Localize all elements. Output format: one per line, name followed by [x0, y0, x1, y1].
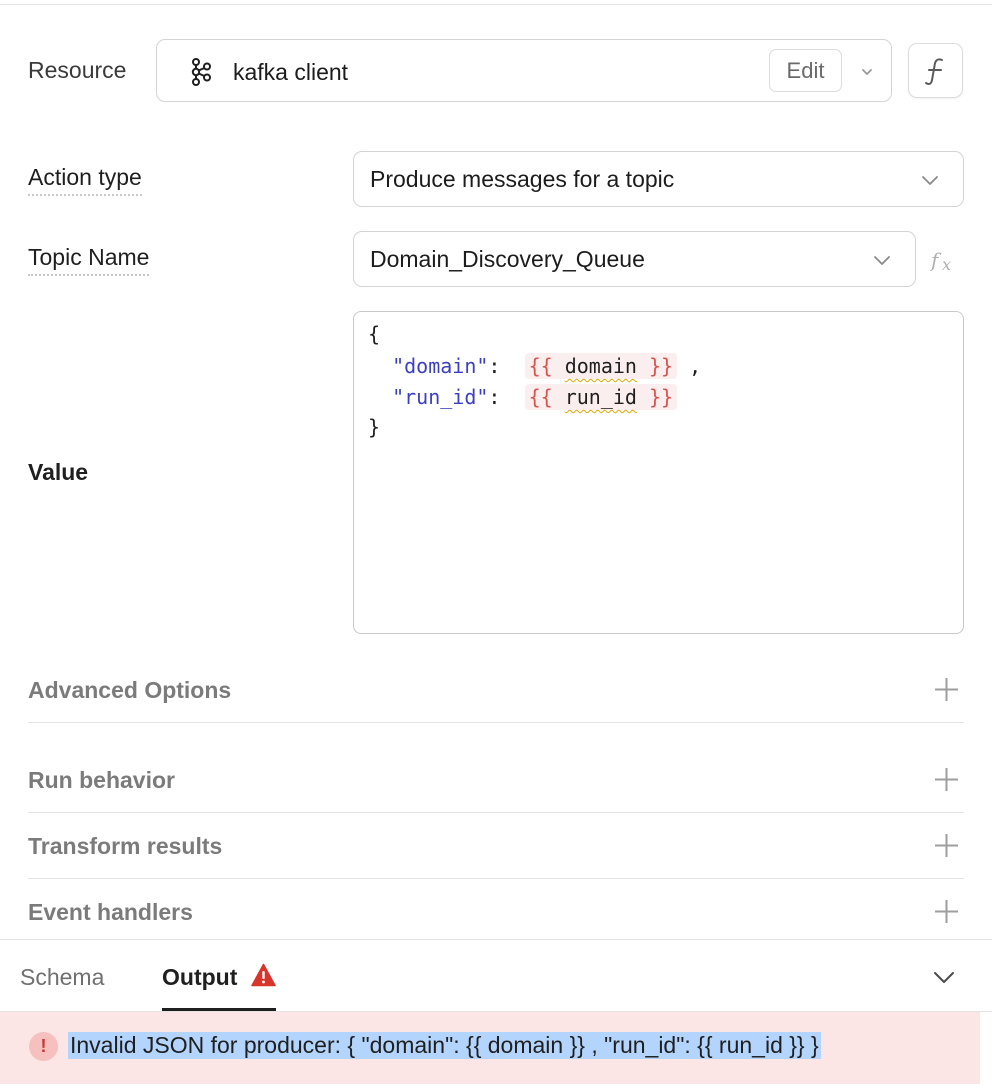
event-handlers-header[interactable]: Event handlers [28, 899, 193, 926]
action-type-select[interactable]: Produce messages for a topic [353, 151, 964, 207]
plus-icon[interactable] [934, 833, 959, 858]
json-comma: , [689, 354, 702, 378]
action-type-label: Action type [28, 164, 142, 196]
template-variable: run_id [564, 385, 637, 409]
topic-name-value: Domain_Discovery_Queue [370, 246, 645, 272]
top-divider [0, 4, 992, 5]
template-expression: {{ run_id }} [524, 384, 678, 410]
kafka-icon [191, 58, 211, 86]
function-toggle-button[interactable] [908, 43, 963, 98]
value-code-editor[interactable]: { "domain": {{ domain }} , "run_id": {{ … [353, 311, 964, 634]
warning-icon [251, 963, 276, 987]
plus-icon[interactable] [934, 677, 959, 702]
template-variable: domain [564, 354, 637, 378]
topic-name-label: Topic Name [28, 244, 150, 276]
json-close-brace: } [368, 415, 381, 439]
code-line: "domain": {{ domain }} , [368, 353, 702, 379]
topic-name-select[interactable]: Domain_Discovery_Queue [353, 231, 916, 287]
code-line: { [368, 322, 380, 346]
section-divider [28, 812, 964, 813]
template-expression: {{ domain }} [524, 353, 678, 379]
plus-icon[interactable] [934, 767, 959, 792]
chevron-down-icon [922, 176, 938, 185]
panel-divider [0, 939, 992, 940]
template-close-brace: }} [649, 354, 674, 378]
action-type-value: Produce messages for a topic [370, 166, 675, 192]
section-divider [28, 722, 964, 723]
template-close-brace: }} [649, 385, 674, 409]
plus-icon[interactable] [934, 899, 959, 924]
error-panel: ! Invalid JSON for producer: { "domain":… [0, 1012, 980, 1084]
value-label: Value [28, 459, 89, 485]
json-open-brace: { [368, 322, 381, 346]
template-open-brace: {{ [528, 385, 553, 409]
chevron-down-icon[interactable] [857, 62, 877, 82]
code-line: "run_id": {{ run_id }} [368, 384, 678, 410]
code-line: } [368, 415, 380, 439]
json-key: "run_id" [392, 385, 489, 409]
transform-results-header[interactable]: Transform results [28, 833, 222, 860]
json-colon: : [488, 385, 501, 409]
edit-resource-button[interactable]: Edit [769, 49, 842, 92]
chevron-down-icon[interactable] [932, 966, 956, 988]
chevron-down-icon [874, 256, 890, 265]
tab-schema[interactable]: Schema [20, 964, 104, 991]
resource-name: kafka client [233, 59, 349, 85]
fx-icon[interactable]: f x [930, 247, 958, 273]
advanced-options-header[interactable]: Advanced Options [28, 677, 231, 704]
error-icon: ! [29, 1032, 58, 1061]
function-icon [924, 57, 943, 85]
resource-selector[interactable]: kafka client Edit [156, 39, 892, 102]
svg-text:x: x [942, 255, 951, 273]
run-behavior-header[interactable]: Run behavior [28, 767, 175, 794]
json-key: "domain" [392, 354, 489, 378]
svg-text:f: f [930, 248, 942, 272]
template-open-brace: {{ [528, 354, 553, 378]
resource-label: Resource [28, 57, 127, 83]
json-colon: : [488, 354, 501, 378]
tab-output[interactable]: Output [162, 964, 237, 991]
error-message: Invalid JSON for producer: { "domain": {… [68, 1032, 821, 1059]
section-divider [28, 878, 964, 879]
